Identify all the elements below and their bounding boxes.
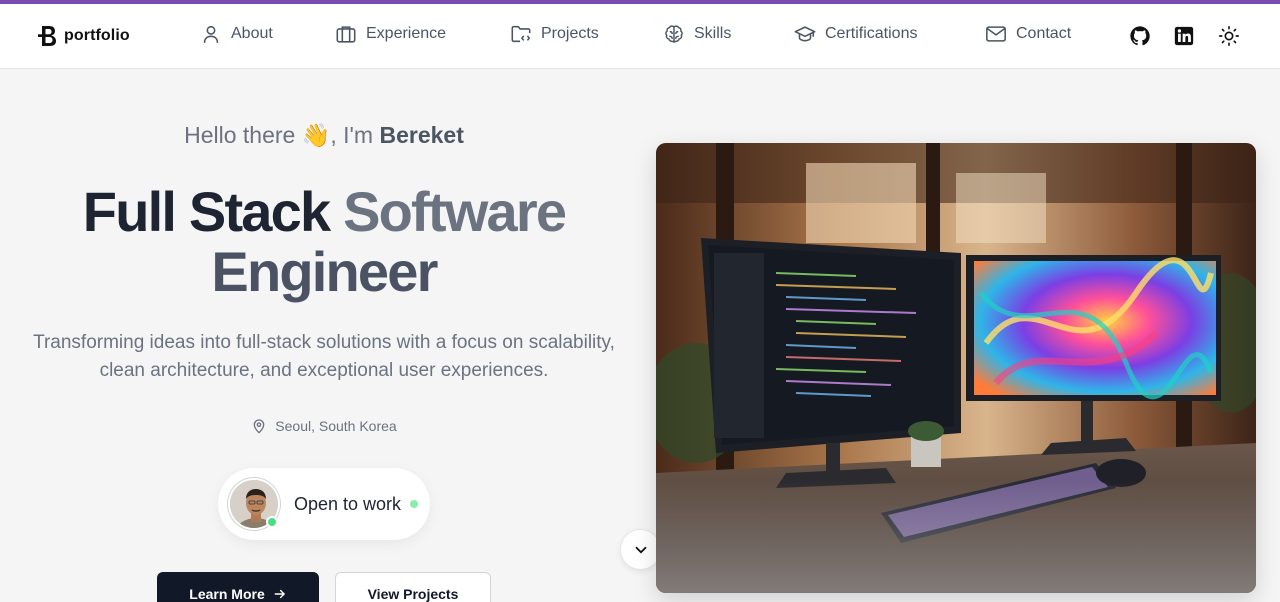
learn-more-label: Learn More (189, 586, 265, 602)
open-to-work-badge: Open to work (218, 468, 430, 540)
nav-skills[interactable]: Skills (663, 23, 731, 45)
greeting-prefix: Hello there (184, 122, 296, 148)
graduation-cap-icon (794, 26, 816, 42)
logo[interactable]: portfolio (36, 24, 130, 48)
wave-emoji: 👋 (301, 122, 331, 148)
mail-icon (986, 26, 1006, 42)
theme-toggle[interactable] (1218, 25, 1240, 47)
location: Seoul, South Korea (0, 418, 648, 434)
hero-greeting: Hello there 👋, I'm Bereket (0, 122, 648, 149)
github-link[interactable] (1129, 25, 1151, 47)
nav-experience[interactable]: Experience (335, 23, 446, 45)
scroll-down-button[interactable] (620, 529, 661, 570)
linkedin-link[interactable] (1173, 25, 1195, 47)
brain-icon (665, 25, 683, 43)
view-projects-label: View Projects (367, 586, 459, 602)
navbar: portfolio About Experience Projects Skil… (0, 4, 1280, 69)
title-word-2: Software (343, 180, 567, 243)
status-text: Open to work (294, 494, 402, 514)
nav-label: Skills (694, 25, 732, 42)
nav-about[interactable]: About (200, 23, 273, 45)
logo-text: portfolio (64, 27, 130, 44)
greeting-mid: , I'm (330, 122, 374, 148)
nav-projects[interactable]: Projects (510, 23, 599, 45)
nav-certifications[interactable]: Certifications (794, 23, 917, 45)
hero-subtitle: Transforming ideas into full-stack solut… (33, 332, 615, 381)
github-icon (1130, 26, 1150, 46)
nav-contact[interactable]: Contact (985, 23, 1071, 45)
online-indicator (266, 516, 278, 528)
map-pin-icon (253, 419, 265, 434)
arrow-right-icon (274, 589, 285, 599)
nav-label: Contact (1016, 25, 1072, 42)
linkedin-icon (1174, 26, 1194, 46)
hero-title: Full Stack Software Engineer (0, 182, 648, 302)
logo-b-icon (38, 26, 56, 46)
hero-name: Bereket (379, 122, 464, 148)
nav-label: Projects (541, 25, 599, 42)
learn-more-button[interactable]: Learn More (157, 572, 319, 602)
nav-label: About (231, 25, 273, 42)
nav-label: Certifications (825, 25, 918, 42)
status-dot (410, 500, 418, 508)
sun-icon (1219, 26, 1239, 46)
title-line-2: Engineer (211, 240, 438, 303)
briefcase-icon (336, 26, 356, 43)
title-word-1: Full Stack (82, 180, 331, 243)
chevron-down-icon (635, 546, 646, 554)
hero-workspace-image (656, 143, 1256, 593)
nav-label: Experience (366, 25, 447, 42)
view-projects-button[interactable]: View Projects (335, 572, 491, 602)
location-text: Seoul, South Korea (275, 418, 397, 434)
user-icon (203, 25, 219, 44)
folder-code-icon (511, 25, 531, 43)
